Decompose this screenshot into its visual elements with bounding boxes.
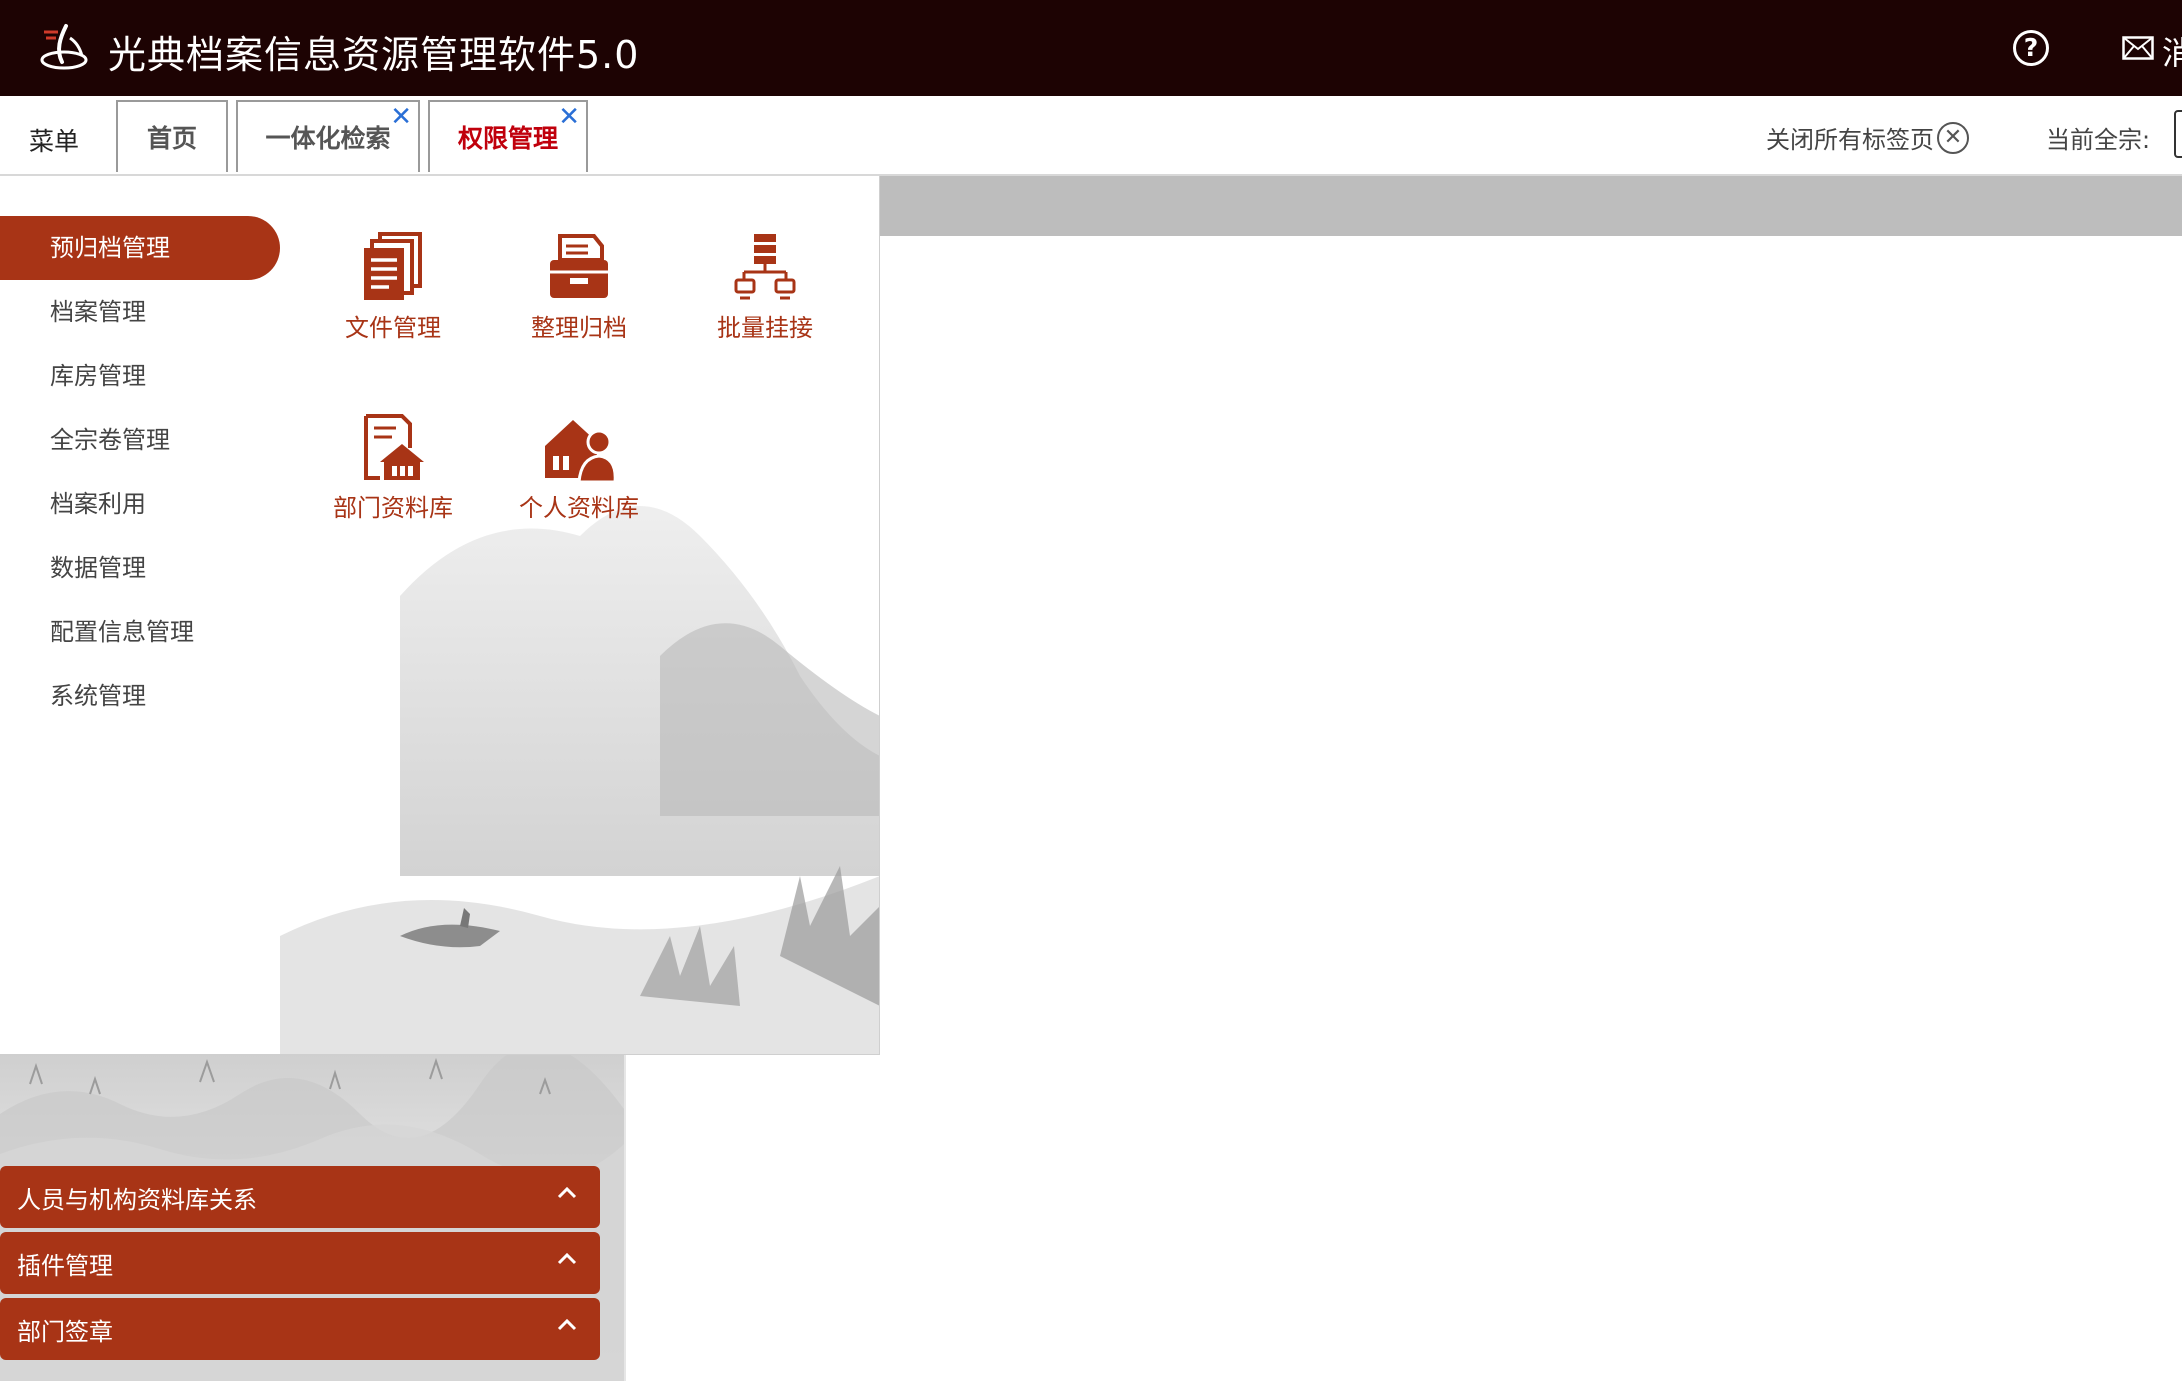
app-title: 光典档案信息资源管理软件5.0	[108, 33, 640, 77]
accordion-personnel-org-library[interactable]: 人员与机构资料库关系	[0, 1166, 600, 1228]
accordion-plugin-management[interactable]: 插件管理	[0, 1232, 600, 1294]
tab-label: 权限管理	[457, 124, 558, 153]
category-data-management[interactable]: 数据管理	[0, 536, 280, 600]
category-archive-management[interactable]: 档案管理	[0, 280, 280, 344]
tab-label: 一体化检索	[265, 124, 391, 153]
personal-library-icon	[545, 420, 615, 482]
tab-label: 首页	[146, 124, 197, 153]
documents-icon	[364, 232, 422, 300]
function-label: 文件管理	[345, 314, 441, 342]
chevron-up-icon	[557, 1252, 577, 1265]
accordion-label: 人员与机构资料库关系	[17, 1185, 257, 1214]
category-warehouse-management[interactable]: 库房管理	[0, 344, 280, 408]
category-pre-archive-management[interactable]: 预归档管理	[0, 216, 280, 280]
current-fonds-label: 当前全宗:	[2046, 126, 2151, 154]
category-fonds-volume-management[interactable]: 全宗卷管理	[0, 408, 280, 472]
file-drawer-icon	[550, 234, 608, 298]
tab-bar: 菜单 首页 一体化检索 ✕ 权限管理 ✕ 关闭所有标签页 ✕ 当前全宗:	[0, 96, 2182, 176]
function-department-library[interactable]: 部门资料库	[308, 412, 478, 542]
tab-integrated-search[interactable]: 一体化检索 ✕	[236, 100, 420, 172]
mail-icon[interactable]	[2122, 36, 2154, 60]
category-system-management[interactable]: 系统管理	[0, 664, 280, 728]
function-personal-library[interactable]: 个人资料库	[494, 412, 664, 542]
close-icon[interactable]: ✕	[558, 104, 580, 130]
network-icon	[734, 234, 796, 300]
function-label: 个人资料库	[519, 494, 639, 522]
tab-permission-management[interactable]: 权限管理 ✕	[428, 100, 588, 172]
menu-toggle[interactable]: 菜单	[29, 122, 79, 158]
accordion-label: 插件管理	[17, 1251, 113, 1280]
menu-popup: 预归档管理 档案管理 库房管理 全宗卷管理 档案利用 数据管理 配置信息管理 系…	[0, 176, 880, 1055]
tab-home[interactable]: 首页	[116, 100, 228, 172]
message-label[interactable]: 消	[2162, 28, 2182, 74]
close-circle-icon: ✕	[1937, 121, 1969, 154]
app-logo	[40, 24, 88, 70]
function-organize-archive[interactable]: 整理归档	[494, 232, 664, 362]
function-batch-attach[interactable]: 批量挂接	[680, 232, 850, 362]
function-label: 部门资料库	[333, 494, 453, 522]
function-label: 批量挂接	[717, 314, 813, 342]
close-icon[interactable]: ✕	[390, 104, 412, 130]
chevron-up-icon	[557, 1186, 577, 1199]
function-file-management[interactable]: 文件管理	[308, 232, 478, 362]
content-toolbar	[880, 176, 2182, 236]
function-label: 整理归档	[531, 314, 627, 342]
help-icon[interactable]: ?	[2013, 30, 2049, 66]
close-all-tabs-button[interactable]: 关闭所有标签页 ✕	[1766, 120, 1969, 155]
app-header: 光典档案信息资源管理软件5.0 ? 消	[0, 0, 2182, 96]
chevron-up-icon	[557, 1318, 577, 1331]
fonds-select[interactable]	[2174, 110, 2182, 158]
category-archive-utilization[interactable]: 档案利用	[0, 472, 280, 536]
accordion-label: 部门签章	[17, 1317, 113, 1346]
accordion-department-seal[interactable]: 部门签章	[0, 1298, 600, 1360]
close-all-label: 关闭所有标签页	[1766, 126, 1934, 154]
divider	[624, 1054, 626, 1381]
category-config-info-management[interactable]: 配置信息管理	[0, 600, 280, 664]
department-library-icon	[364, 414, 424, 480]
